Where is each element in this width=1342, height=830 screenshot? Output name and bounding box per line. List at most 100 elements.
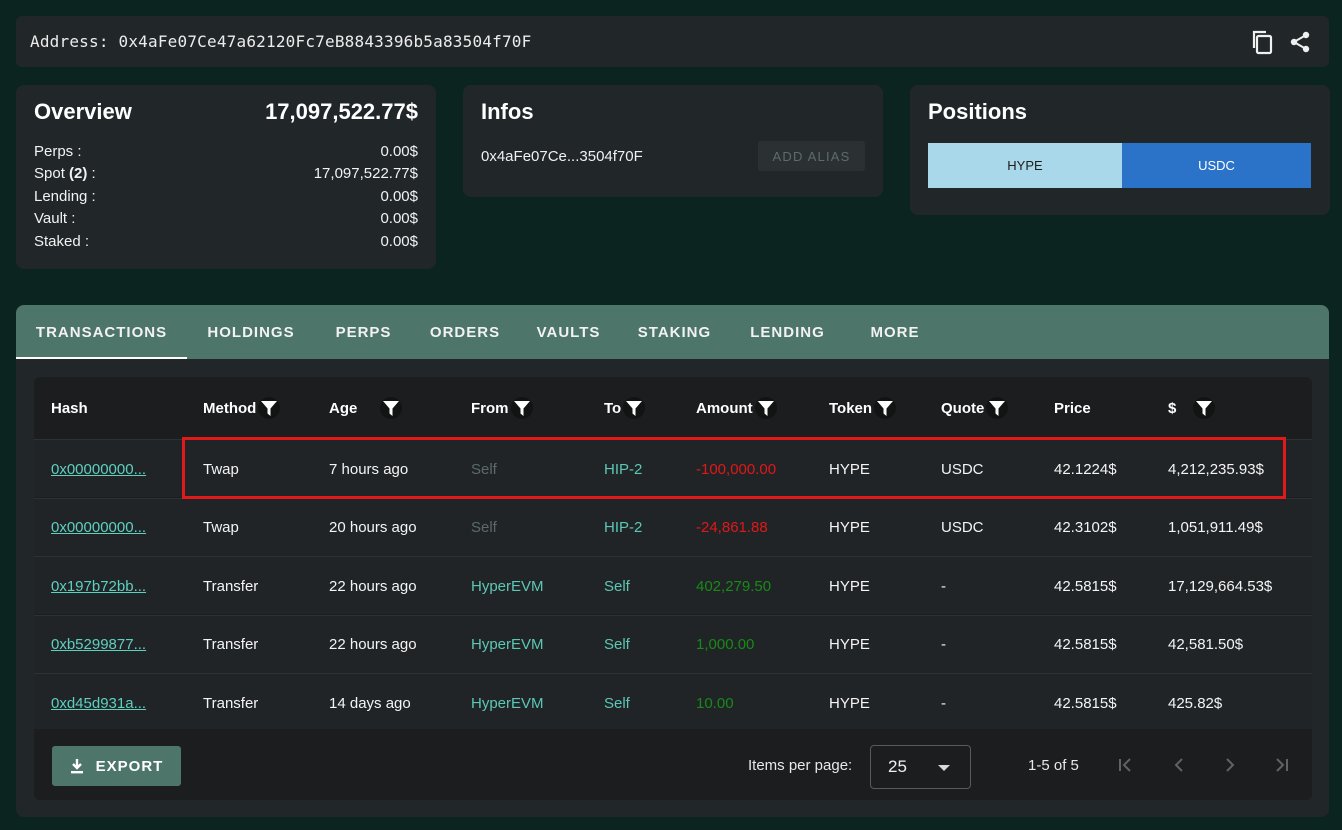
cell-amount: 1,000.00 <box>696 636 755 653</box>
cell-to[interactable]: HIP-2 <box>604 499 642 557</box>
table-row[interactable]: 0x00000000... Twap 7 hours ago Self HIP-2 -10… <box>34 439 1312 497</box>
tab-vaults[interactable]: VAULTS <box>518 305 619 359</box>
filter-icon[interactable] <box>258 397 281 419</box>
cell-price: 42.5815$ <box>1054 636 1117 653</box>
export-button[interactable]: EXPORT <box>52 746 181 786</box>
cell-method: Twap <box>203 519 239 536</box>
column-header-label: Method <box>203 399 257 417</box>
overview-rows: Perps : 0.00$ Spot (2) : 17,097,522.77$ … <box>34 141 418 253</box>
tab-staking[interactable]: STAKING <box>619 305 730 359</box>
tab-more[interactable]: MORE <box>845 305 945 359</box>
column-header-from: From <box>471 377 533 439</box>
position-segment-usdc[interactable]: USDC <box>1122 143 1311 188</box>
table-row[interactable]: 0x197b72bb... Transfer 22 hours ago HyperEV… <box>34 556 1312 614</box>
cell-age: 20 hours ago <box>329 519 417 536</box>
spot-count: (2) <box>69 165 88 183</box>
column-header-token: Token <box>829 377 897 439</box>
table-header: Hash Method Age From To Amount Token Quote Price… <box>34 377 1312 439</box>
last-page-icon[interactable] <box>1267 751 1295 779</box>
column-header-label: To <box>604 399 622 417</box>
cell-amount: -100,000.00 <box>696 460 777 478</box>
cell-method: Twap <box>203 460 239 478</box>
spot-label-suffix: : <box>87 165 96 183</box>
cell-from[interactable]: HyperEVM <box>471 674 544 732</box>
cell-price: 42.5815$ <box>1054 577 1117 595</box>
next-page-icon[interactable] <box>1216 751 1244 779</box>
cell-token: HYPE <box>829 694 870 712</box>
cell-to[interactable]: Self <box>604 616 630 674</box>
position-segment-hype[interactable]: HYPE <box>928 143 1122 188</box>
cell-price: 42.3102$ <box>1054 519 1117 536</box>
export-label: EXPORT <box>95 757 164 775</box>
tab-holdings[interactable]: HOLDINGS <box>187 305 315 359</box>
tab-transactions[interactable]: TRANSACTIONS <box>16 305 187 359</box>
positions-title: Positions <box>928 99 1028 124</box>
share-icon[interactable] <box>1287 29 1313 55</box>
cell-hash[interactable]: 0x197b72bb... <box>51 557 146 615</box>
filter-icon[interactable] <box>510 397 533 419</box>
cell-to[interactable]: Self <box>604 674 630 732</box>
cell-quote: USDC <box>941 460 984 478</box>
add-alias-button[interactable]: ADD ALIAS <box>758 141 865 171</box>
filter-icon[interactable] <box>623 397 646 419</box>
filter-icon[interactable] <box>986 397 1009 419</box>
positions-bar: HYPE USDC <box>928 143 1311 188</box>
cell-hash[interactable]: 0xb5299877... <box>51 616 146 674</box>
copy-icon[interactable] <box>1249 29 1275 55</box>
column-header-hash: Hash <box>51 377 88 439</box>
tab-perps[interactable]: PERPS <box>315 305 412 359</box>
table-row[interactable]: 0x00000000... Twap 20 hours ago Self HIP-2 -2… <box>34 497 1312 557</box>
column-header-price: Price <box>1054 377 1091 439</box>
tab-lending[interactable]: LENDING <box>730 305 845 359</box>
overview-value: 17,097,522.77$ <box>313 165 418 183</box>
overview-label: Staked : <box>34 232 90 250</box>
column-header-method: Method <box>203 377 281 439</box>
tab-bar: TRANSACTIONS HOLDINGS PERPS ORDERS VAULT… <box>16 305 1329 359</box>
overview-label: Perps : <box>34 143 82 160</box>
column-header-usd: $ <box>1168 377 1216 439</box>
cell-hash[interactable]: 0xd45d931a... <box>51 674 146 732</box>
column-header-label: Token <box>829 399 873 417</box>
cell-hash[interactable]: 0x00000000... <box>51 499 146 557</box>
cell-method: Transfer <box>203 577 259 595</box>
overview-label: Vault : <box>34 210 76 228</box>
overview-value: 0.00$ <box>380 210 418 228</box>
cell-from[interactable]: HyperEVM <box>471 557 544 615</box>
overview-row-staked: Staked : 0.00$ <box>34 231 418 253</box>
overview-title: Overview <box>34 99 132 124</box>
filter-icon[interactable] <box>874 397 897 419</box>
first-page-icon[interactable] <box>1112 751 1140 779</box>
cell-amount: -24,861.88 <box>696 519 768 536</box>
cell-to[interactable]: HIP-2 <box>604 440 642 498</box>
cell-hash[interactable]: 0x00000000... <box>51 440 146 498</box>
cell-age: 22 hours ago <box>329 636 417 653</box>
column-header-age: Age <box>329 377 403 439</box>
overview-value: 0.00$ <box>380 187 418 205</box>
items-per-page-select[interactable]: 25 <box>870 745 971 789</box>
prev-page-icon[interactable] <box>1165 751 1193 779</box>
overview-row-vault: Vault : 0.00$ <box>34 208 418 230</box>
cell-from[interactable]: HyperEVM <box>471 616 544 674</box>
cell-method: Transfer <box>203 636 259 653</box>
overview-total: 17,097,522.77$ <box>265 99 418 124</box>
table-row[interactable]: 0xb5299877... Transfer 22 hours ago HyperEV… <box>34 614 1312 674</box>
cell-quote: USDC <box>941 519 984 536</box>
filter-icon[interactable] <box>1193 397 1216 419</box>
cell-quote: - <box>941 636 946 653</box>
table-row[interactable]: 0xd45d931a... Transfer 14 days ago HyperEVM… <box>34 673 1312 731</box>
cell-price: 42.5815$ <box>1054 694 1117 712</box>
cell-usd: 42,581.50$ <box>1168 636 1244 653</box>
cell-amount: 10.00 <box>696 694 734 712</box>
filter-icon[interactable] <box>754 397 777 419</box>
cell-price: 42.1224$ <box>1054 460 1117 478</box>
tab-orders[interactable]: ORDERS <box>412 305 518 359</box>
cell-method: Transfer <box>203 694 259 712</box>
spot-label-prefix: Spot <box>34 165 70 183</box>
cell-from: Self <box>471 460 497 478</box>
cell-to[interactable]: Self <box>604 557 630 615</box>
address-bar: Address: 0x4aFe07Ce47a62120Fc7eB8843396b… <box>16 16 1329 67</box>
cell-quote: - <box>941 694 946 712</box>
items-per-page-label: Items per page: <box>748 757 853 774</box>
filter-icon[interactable] <box>380 397 403 419</box>
column-header-quote: Quote <box>941 377 1009 439</box>
